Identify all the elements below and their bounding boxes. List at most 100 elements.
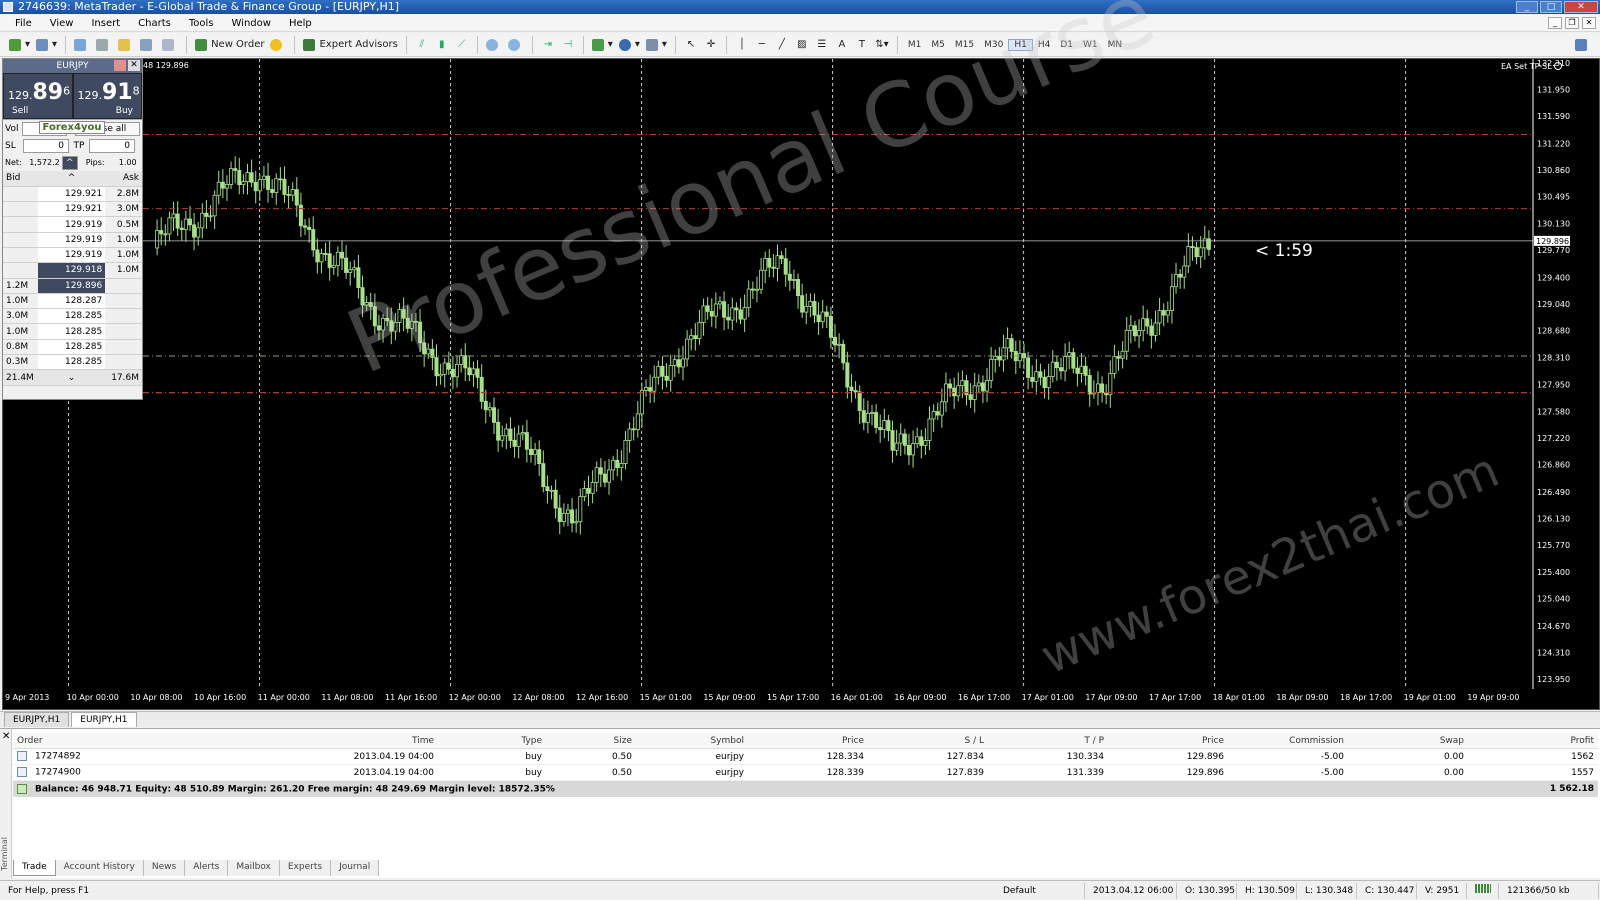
col-sl[interactable]: S / L <box>868 736 988 746</box>
timeframe-m1[interactable]: M1 <box>903 40 927 50</box>
market-watch-button[interactable] <box>71 35 93 55</box>
pin-icon[interactable] <box>114 60 126 71</box>
chart-tab-1[interactable]: EURJPY,H1 <box>4 712 70 727</box>
indicators-button[interactable]: ▾ <box>589 35 616 55</box>
menu-charts[interactable]: Charts <box>129 15 180 32</box>
zoom-out-button[interactable] <box>505 35 527 55</box>
col-swap[interactable]: Swap <box>1348 736 1468 746</box>
dom-ask-row[interactable]: 129.921 2.8M <box>3 186 142 203</box>
tp-input[interactable]: 0 <box>89 138 135 153</box>
channel-tool[interactable]: ▨ <box>792 35 812 55</box>
terminal-button[interactable] <box>137 35 159 55</box>
timeframe-h4[interactable]: H4 <box>1033 40 1056 50</box>
fibonacci-tool[interactable]: ☰ <box>812 35 832 55</box>
cursor-tool[interactable]: ↖ <box>681 35 701 55</box>
zoom-in-button[interactable] <box>483 35 505 55</box>
menu-tools[interactable]: Tools <box>180 15 223 32</box>
tab-experts[interactable]: Experts <box>279 860 332 876</box>
dom-bid-row[interactable]: 1.0M 128.287 <box>3 293 142 310</box>
auto-scroll-button[interactable]: ⇥ <box>538 35 558 55</box>
tab-mailbox[interactable]: Mailbox <box>228 860 280 876</box>
dom-bid-row[interactable]: 3.0M 128.285 <box>3 308 142 325</box>
dom-bid-row[interactable]: 0.8M 128.285 <box>3 339 142 356</box>
chart-tab-2[interactable]: EURJPY,H1 <box>71 712 137 727</box>
col-profit[interactable]: Profit <box>1468 736 1598 746</box>
tab-journal[interactable]: Journal <box>331 860 380 876</box>
chart-shift-button[interactable]: ⊣ <box>558 35 578 55</box>
periods-button[interactable]: ▾ <box>616 35 643 55</box>
line-chart-button[interactable]: ⟋ <box>452 35 472 55</box>
expert-advisors-button[interactable]: Expert Advisors <box>300 35 400 55</box>
trendline-tool[interactable]: ╱ <box>772 35 792 55</box>
maximize-button[interactable]: □ <box>1540 1 1562 13</box>
doc-close-button[interactable]: ✕ <box>1582 17 1596 29</box>
menu-view[interactable]: View <box>41 15 83 32</box>
arrows-tool[interactable]: ⇅▾ <box>872 35 892 55</box>
chat-button[interactable] <box>1572 35 1594 55</box>
minimize-button[interactable]: _ <box>1516 1 1538 13</box>
profiles-button[interactable]: ▾ <box>33 35 60 55</box>
timeframe-w1[interactable]: W1 <box>1078 40 1103 50</box>
menu-help[interactable]: Help <box>280 15 321 32</box>
col-commission[interactable]: Commission <box>1228 736 1348 746</box>
horizontal-line-tool[interactable]: ─ <box>752 35 772 55</box>
menu-window[interactable]: Window <box>223 15 280 32</box>
tab-trade[interactable]: Trade <box>13 860 56 876</box>
terminal-close-icon[interactable]: ✕ <box>2 731 10 742</box>
col-time[interactable]: Time <box>168 736 438 746</box>
timeframe-m15[interactable]: M15 <box>950 40 979 50</box>
dom-ask-row[interactable]: 129.919 0.5M <box>3 216 142 233</box>
new-chart-button[interactable]: ▾ <box>6 35 33 55</box>
timeframe-d1[interactable]: D1 <box>1055 40 1078 50</box>
dom-bid-row[interactable]: 0.3M 128.285 <box>3 354 142 371</box>
dom-ask-row[interactable]: 129.919 1.0M <box>3 232 142 248</box>
doc-restore-button[interactable]: ❐ <box>1565 17 1579 29</box>
net-toggle-button[interactable]: ^ <box>61 155 78 170</box>
dom-ask-row[interactable]: 129.919 1.0M <box>3 247 142 264</box>
dom-ask-row[interactable]: 129.921 3.0M <box>3 201 142 218</box>
col-price[interactable]: Price <box>748 736 868 746</box>
col-tp[interactable]: T / P <box>988 736 1108 746</box>
doc-minimize-button[interactable]: _ <box>1548 17 1562 29</box>
order-row[interactable]: 17274892 2013.04.19 04:00 buy 0.50 eurjpy 128… <box>13 749 1598 765</box>
col-size[interactable]: Size <box>546 736 636 746</box>
data-window-button[interactable] <box>93 35 115 55</box>
candlestick-button[interactable]: ▮ <box>432 35 452 55</box>
menu-file[interactable]: File <box>6 15 41 32</box>
chart-area[interactable]: 9 Apr 2013 10 Apr 00:00 10 Apr 08:00 10 Apr… <box>2 0 1600 710</box>
tab-news[interactable]: News <box>143 860 186 876</box>
sell-button[interactable]: 129.896 Sell <box>3 73 73 119</box>
crosshair-tool[interactable]: ✛ <box>701 35 721 55</box>
dom-bid-row[interactable]: 1.2M 129.896 <box>3 278 142 294</box>
templates-button[interactable]: ▾ <box>643 35 670 55</box>
alert-button[interactable] <box>267 35 289 55</box>
bar-chart-button[interactable]: ⫽ <box>412 35 432 55</box>
order-row[interactable]: 17274900 2013.04.19 04:00 buy 0.50 eurjpy 128… <box>13 765 1598 781</box>
tab-alerts[interactable]: Alerts <box>185 860 229 876</box>
col-symbol[interactable]: Symbol <box>636 736 748 746</box>
timeframe-m30[interactable]: M30 <box>979 40 1008 50</box>
strategy-tester-button[interactable] <box>159 35 181 55</box>
price-chart[interactable]: 9 Apr 2013 10 Apr 00:00 10 Apr 08:00 10 Apr… <box>3 59 1599 709</box>
dom-bid-row[interactable]: 1.0M 128.285 <box>3 323 142 340</box>
timeframe-m5[interactable]: M5 <box>926 40 950 50</box>
status-profile[interactable]: Default <box>995 882 1085 899</box>
menu-insert[interactable]: Insert <box>82 15 129 32</box>
timeframe-mn[interactable]: MN <box>1103 40 1128 50</box>
text-tool[interactable]: A <box>832 35 852 55</box>
label-tool[interactable]: T <box>852 35 872 55</box>
col-type[interactable]: Type <box>438 736 546 746</box>
dom-ask-row[interactable]: 129.918 1.0M <box>3 262 142 279</box>
sl-input[interactable]: 0 <box>23 138 69 153</box>
timeframe-h1[interactable]: H1 <box>1008 38 1033 51</box>
vertical-line-tool[interactable]: │ <box>732 35 752 55</box>
tab-account-history[interactable]: Account History <box>55 860 144 876</box>
close-panel-button[interactable]: ✕ <box>128 60 140 71</box>
dom-scroll-up[interactable]: ^ <box>37 171 106 187</box>
col-order[interactable]: Order <box>13 736 168 746</box>
new-order-button[interactable]: New Order <box>192 35 267 55</box>
col-current-price[interactable]: Price <box>1108 736 1228 746</box>
buy-button[interactable]: 129.918 Buy <box>72 73 142 119</box>
navigator-button[interactable] <box>115 35 137 55</box>
dom-scroll-down[interactable]: ⌄ <box>37 369 106 386</box>
